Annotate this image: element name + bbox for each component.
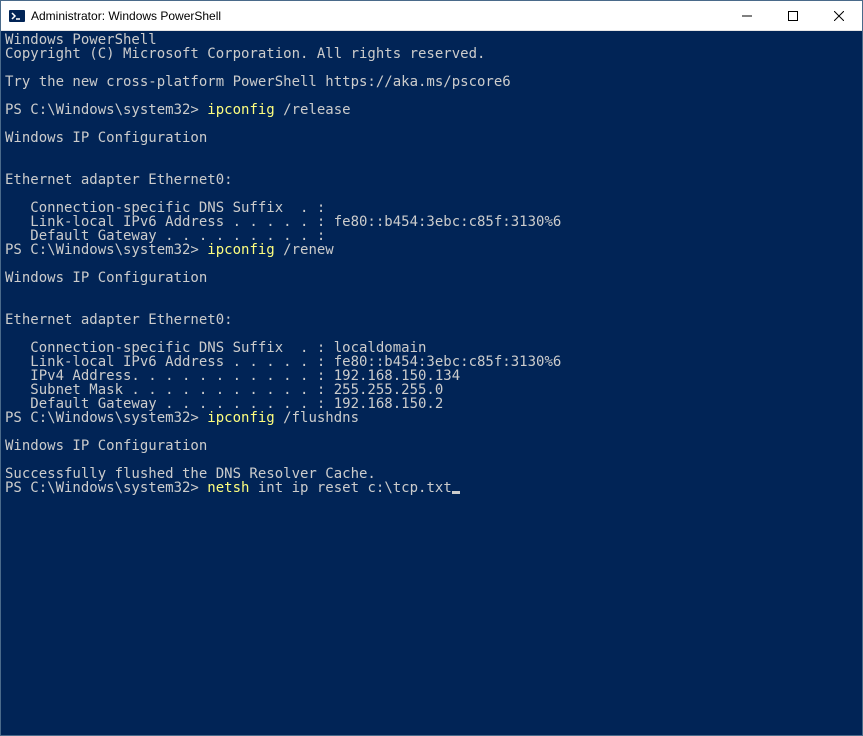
blank-line [5,145,858,159]
command-args: /renew [275,242,334,258]
command-args: /release [275,102,351,118]
prompt: PS C:\Windows\system32> [5,410,207,426]
output-line: Link-local IPv6 Address . . . . . : fe80… [5,355,858,369]
maximize-icon [788,11,798,21]
terminal-content[interactable]: Windows PowerShell Copyright (C) Microso… [1,31,862,735]
prompt-line: PS C:\Windows\system32> ipconfig /releas… [5,103,858,117]
blank-line [5,285,858,299]
prompt: PS C:\Windows\system32> [5,480,207,496]
blank-line [5,453,858,467]
maximize-button[interactable] [770,1,816,30]
minimize-icon [742,11,752,21]
window-title: Administrator: Windows PowerShell [31,9,724,23]
output-line: Connection-specific DNS Suffix . : [5,201,858,215]
blank-line [5,425,858,439]
command-name: ipconfig [207,102,274,118]
output-line: Link-local IPv6 Address . . . . . : fe80… [5,215,858,229]
cursor [452,491,460,494]
blank-line [5,327,858,341]
window-controls [724,1,862,30]
output-line: Default Gateway . . . . . . . . . : 192.… [5,397,858,411]
titlebar: Administrator: Windows PowerShell [1,1,862,31]
blank-line [5,299,858,313]
header-line: Copyright (C) Microsoft Corporation. All… [5,47,858,61]
prompt-line: PS C:\Windows\system32> ipconfig /renew [5,243,858,257]
output-line: Successfully flushed the DNS Resolver Ca… [5,467,858,481]
output-line: Ethernet adapter Ethernet0: [5,173,858,187]
output-line: Default Gateway . . . . . . . . . : [5,229,858,243]
blank-line [5,159,858,173]
command-args: int ip reset c:\tcp.txt [249,480,451,496]
blank-line [5,257,858,271]
header-line: Windows PowerShell [5,33,858,47]
prompt: PS C:\Windows\system32> [5,242,207,258]
powershell-icon [9,8,25,24]
output-line: Connection-specific DNS Suffix . : local… [5,341,858,355]
command-name: ipconfig [207,410,274,426]
close-icon [834,11,844,21]
blank-line [5,61,858,75]
command-name: ipconfig [207,242,274,258]
output-line: Ethernet adapter Ethernet0: [5,313,858,327]
prompt-line: PS C:\Windows\system32> netsh int ip res… [5,481,858,495]
minimize-button[interactable] [724,1,770,30]
prompt: PS C:\Windows\system32> [5,102,207,118]
blank-line [5,187,858,201]
command-name: netsh [207,480,249,496]
output-line: Subnet Mask . . . . . . . . . . . : 255.… [5,383,858,397]
output-line: Windows IP Configuration [5,131,858,145]
output-line: Windows IP Configuration [5,271,858,285]
blank-line [5,117,858,131]
prompt-line: PS C:\Windows\system32> ipconfig /flushd… [5,411,858,425]
blank-line [5,89,858,103]
output-line: IPv4 Address. . . . . . . . . . . : 192.… [5,369,858,383]
header-line: Try the new cross-platform PowerShell ht… [5,75,858,89]
close-button[interactable] [816,1,862,30]
output-line: Windows IP Configuration [5,439,858,453]
command-args: /flushdns [275,410,359,426]
